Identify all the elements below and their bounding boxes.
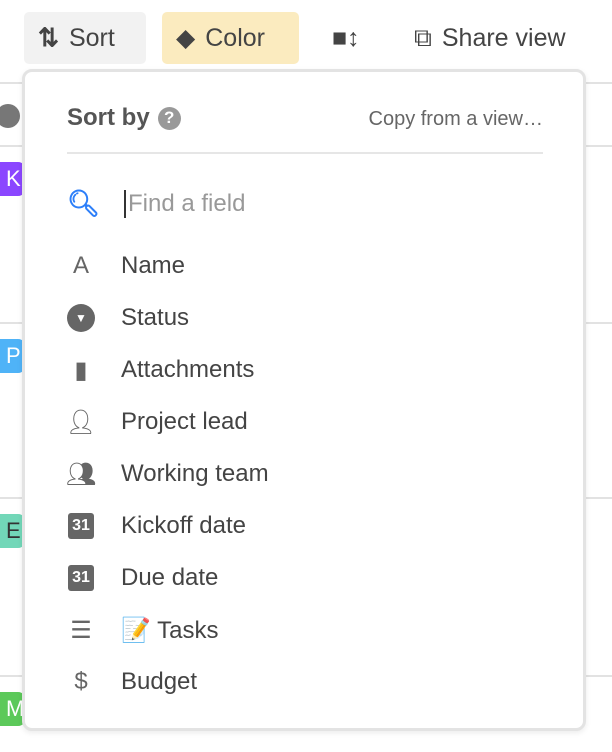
sort-button[interactable]: ⇅ Sort bbox=[24, 12, 146, 64]
field-option[interactable]: $ Budget bbox=[63, 660, 543, 704]
row-height-icon: ■↕ bbox=[332, 23, 360, 52]
field-label: Working team bbox=[121, 460, 269, 487]
calendar-icon: 31 bbox=[68, 513, 94, 539]
file-icon: ▮ bbox=[74, 356, 88, 384]
status-header-icon bbox=[0, 104, 20, 128]
calendar-icon: 31 bbox=[68, 565, 94, 591]
field-label: Status bbox=[121, 304, 190, 331]
field-label: Name bbox=[121, 252, 186, 279]
sort-popover: Sort by? Copy from a view… 🔍︎ A Name ▼ Stat… bbox=[22, 69, 586, 731]
field-option[interactable]: 31 Kickoff date bbox=[63, 504, 543, 548]
sort-icon: ⇅ bbox=[38, 24, 59, 52]
currency-icon: $ bbox=[74, 668, 88, 695]
help-icon[interactable]: ? bbox=[157, 106, 181, 130]
users-icon: 👥︎ bbox=[65, 460, 97, 488]
user-icon: 👤︎ bbox=[65, 408, 97, 436]
field-label: Project lead bbox=[121, 408, 248, 435]
text-icon: A bbox=[72, 252, 89, 279]
paint-bucket-icon: ◆ bbox=[176, 24, 196, 52]
rollup-icon: ☰ bbox=[70, 616, 92, 644]
field-option[interactable]: 👥︎ Working team bbox=[63, 452, 543, 496]
color-button[interactable]: ◆ Color bbox=[162, 12, 299, 64]
share-icon: ⧉ bbox=[414, 23, 432, 52]
field-label: Attachments bbox=[121, 356, 255, 383]
single-select-icon: ▼ bbox=[67, 304, 95, 332]
find-field-input[interactable] bbox=[124, 189, 425, 218]
field-option[interactable]: 👤︎ Project lead bbox=[63, 400, 543, 444]
field-option[interactable]: 31 Due date bbox=[63, 556, 543, 600]
field-option[interactable]: ☰ 📝 Tasks bbox=[63, 608, 543, 652]
popover-title: Sort by bbox=[67, 104, 150, 131]
field-label: Kickoff date bbox=[121, 512, 246, 539]
field-option[interactable]: ▼ Status bbox=[63, 296, 543, 340]
share-view-button[interactable]: ⧉ Share view bbox=[400, 12, 580, 64]
divider bbox=[67, 152, 543, 154]
field-label: Due date bbox=[121, 564, 219, 591]
search-icon: 🔍︎ bbox=[67, 188, 101, 218]
field-option[interactable]: ▮ Attachments bbox=[63, 348, 543, 392]
copy-from-view-link[interactable]: Copy from a view… bbox=[369, 108, 544, 131]
field-option[interactable]: A Name bbox=[63, 244, 543, 288]
row-height-button[interactable]: ■↕ bbox=[318, 12, 374, 64]
field-label: 📝 Tasks bbox=[121, 616, 219, 644]
field-label: Budget bbox=[121, 668, 198, 695]
